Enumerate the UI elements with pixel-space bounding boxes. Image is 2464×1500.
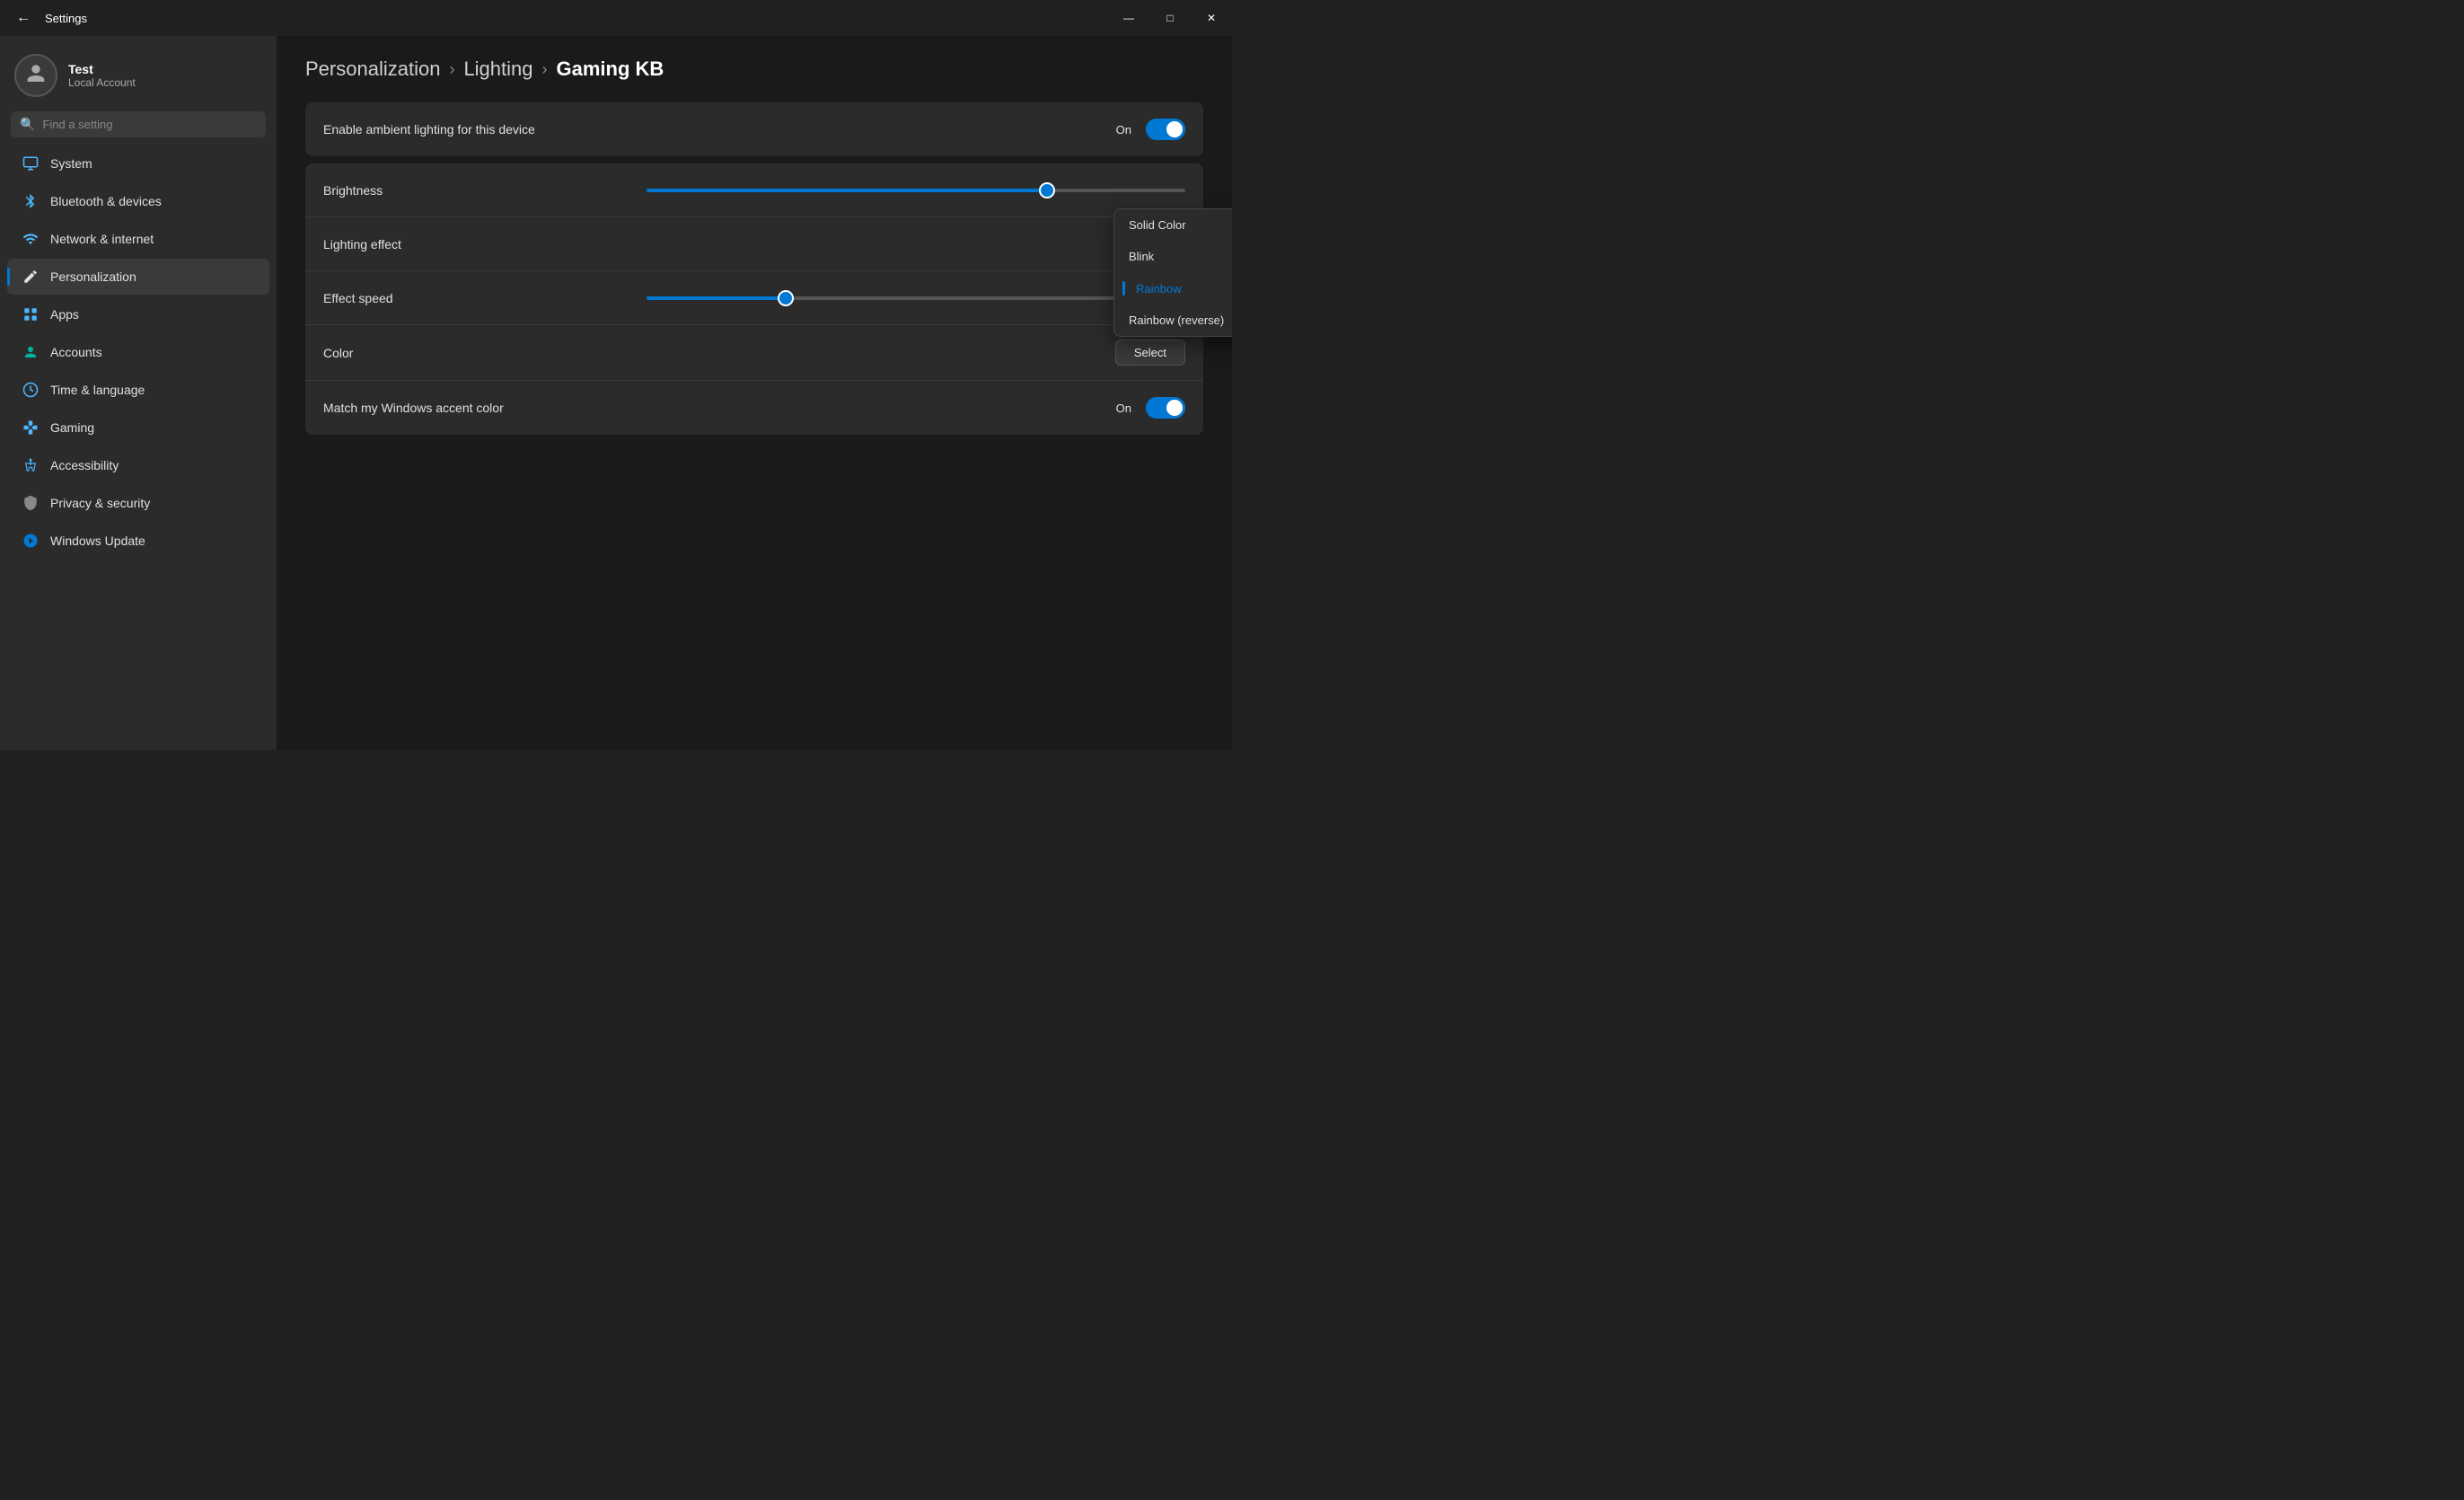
monitor-icon: [22, 154, 40, 172]
sidebar-item-network[interactable]: Network & internet: [7, 221, 269, 257]
accent-toggle-track[interactable]: [1146, 397, 1185, 419]
content-area: Personalization › Lighting › Gaming KB E…: [277, 36, 1232, 750]
app-layout: Test Local Account 🔍 System Bluetooth & …: [0, 36, 1232, 750]
sidebar-item-accounts-label: Accounts: [50, 345, 102, 359]
lighting-effect-label: Lighting effect: [323, 237, 401, 251]
sidebar-item-personalization-label: Personalization: [50, 269, 136, 284]
close-button[interactable]: ✕: [1191, 0, 1232, 36]
privacy-icon: [22, 494, 40, 512]
brightness-row: Brightness: [305, 163, 1203, 217]
time-icon: [22, 381, 40, 399]
minimize-button[interactable]: —: [1108, 0, 1149, 36]
apps-icon: [22, 305, 40, 323]
sidebar-item-accessibility-label: Accessibility: [50, 458, 119, 472]
titlebar-title: Settings: [45, 12, 87, 25]
breadcrumb-personalization[interactable]: Personalization: [305, 57, 440, 81]
sidebar: Test Local Account 🔍 System Bluetooth & …: [0, 36, 277, 750]
effect-speed-label: Effect speed: [323, 291, 393, 305]
search-icon: 🔍: [20, 117, 35, 132]
accent-toggle[interactable]: [1146, 397, 1185, 419]
accent-toggle-state: On: [1116, 401, 1131, 415]
accounts-icon: [22, 343, 40, 361]
user-subtitle: Local Account: [68, 76, 136, 89]
search-input[interactable]: [42, 118, 257, 131]
breadcrumb-sep-2: ›: [542, 60, 548, 79]
ambient-toggle-row: Enable ambient lighting for this device …: [305, 102, 1203, 156]
dropdown-item-solid[interactable]: Solid Color: [1114, 209, 1232, 241]
sidebar-item-privacy[interactable]: Privacy & security: [7, 485, 269, 521]
ambient-toggle[interactable]: [1146, 119, 1185, 140]
sidebar-item-update[interactable]: Windows Update: [7, 523, 269, 559]
sidebar-item-gaming-label: Gaming: [50, 420, 94, 435]
sidebar-item-time[interactable]: Time & language: [7, 372, 269, 408]
sidebar-item-update-label: Windows Update: [50, 534, 145, 548]
sidebar-item-accounts[interactable]: Accounts: [7, 334, 269, 370]
sidebar-item-bluetooth-label: Bluetooth & devices: [50, 194, 162, 208]
sidebar-item-gaming[interactable]: Gaming: [7, 410, 269, 446]
gaming-icon: [22, 419, 40, 437]
titlebar-left: ← Settings: [11, 5, 87, 31]
ambient-toggle-track[interactable]: [1146, 119, 1185, 140]
sidebar-item-accessibility[interactable]: Accessibility: [7, 447, 269, 483]
accent-match-label: Match my Windows accent color: [323, 401, 504, 415]
lighting-effect-dropdown: Solid Color Blink Rainbow Rainbow (rever…: [1113, 208, 1232, 337]
avatar[interactable]: [14, 54, 57, 97]
sidebar-item-personalization[interactable]: Personalization: [7, 259, 269, 295]
update-icon: [22, 532, 40, 550]
sidebar-item-apps-label: Apps: [50, 307, 79, 322]
sidebar-item-bluetooth[interactable]: Bluetooth & devices: [7, 183, 269, 219]
color-row: Color Select: [305, 325, 1203, 381]
effect-speed-slider[interactable]: [647, 296, 1185, 300]
ambient-toggle-state: On: [1116, 123, 1131, 137]
titlebar: ← Settings — □ ✕: [0, 0, 1232, 36]
sidebar-item-apps[interactable]: Apps: [7, 296, 269, 332]
sidebar-item-system-label: System: [50, 156, 92, 171]
search-box[interactable]: 🔍: [11, 111, 266, 137]
breadcrumb-current: Gaming KB: [557, 57, 664, 81]
sidebar-item-privacy-label: Privacy & security: [50, 496, 150, 510]
titlebar-controls: — □ ✕: [1108, 0, 1232, 36]
bluetooth-icon: [22, 192, 40, 210]
user-section: Test Local Account: [0, 43, 277, 111]
ambient-toggle-label: Enable ambient lighting for this device: [323, 122, 535, 137]
sidebar-item-time-label: Time & language: [50, 383, 145, 397]
accent-toggle-wrapper: On: [1116, 397, 1185, 419]
user-name: Test: [68, 62, 136, 76]
accessibility-icon: [22, 456, 40, 474]
breadcrumb-sep-1: ›: [449, 60, 454, 79]
back-button[interactable]: ←: [11, 5, 36, 31]
sidebar-item-system[interactable]: System: [7, 146, 269, 181]
effect-speed-row: Effect speed: [305, 271, 1203, 325]
user-info: Test Local Account: [68, 62, 136, 89]
maximize-button[interactable]: □: [1149, 0, 1191, 36]
breadcrumb-lighting[interactable]: Lighting: [463, 57, 532, 81]
settings-detail-card: Brightness Lighting effect Solid Color B…: [305, 163, 1203, 435]
color-label: Color: [323, 346, 353, 360]
breadcrumb: Personalization › Lighting › Gaming KB: [305, 57, 1203, 81]
ambient-toggle-wrapper: On: [1116, 119, 1185, 140]
dropdown-item-rainbow[interactable]: Rainbow: [1114, 272, 1232, 304]
lighting-effect-row: Lighting effect Solid Color Blink Rainbo…: [305, 217, 1203, 271]
personalization-icon: [22, 268, 40, 286]
effect-speed-slider-container: [647, 296, 1185, 300]
dropdown-item-blink[interactable]: Blink: [1114, 241, 1232, 272]
sidebar-item-network-label: Network & internet: [50, 232, 154, 246]
brightness-slider-container: [647, 189, 1185, 192]
accent-match-row: Match my Windows accent color On: [305, 381, 1203, 435]
ambient-lighting-card: Enable ambient lighting for this device …: [305, 102, 1203, 156]
network-icon: [22, 230, 40, 248]
brightness-label: Brightness: [323, 183, 383, 198]
color-select-button[interactable]: Select: [1115, 340, 1185, 366]
brightness-slider[interactable]: [647, 189, 1185, 192]
dropdown-item-rainbow-reverse[interactable]: Rainbow (reverse): [1114, 304, 1232, 336]
